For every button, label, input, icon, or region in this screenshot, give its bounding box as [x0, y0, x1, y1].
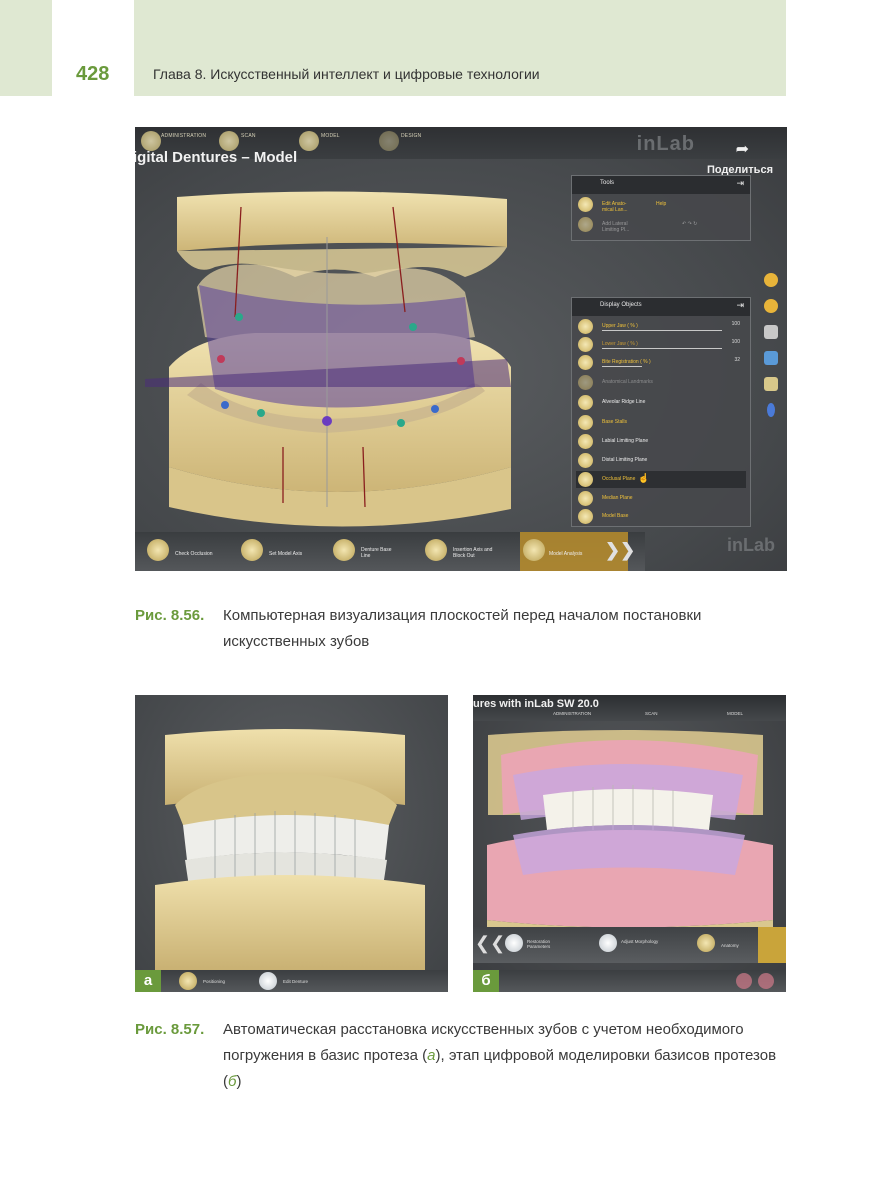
active-step-highlight [758, 927, 786, 963]
undo-redo-icons[interactable]: ↶ ↷ ↻ [682, 221, 697, 227]
step-denture-base-line[interactable]: Denture Base Line [361, 547, 401, 559]
figure-8-57b-screenshot: ures with inLab SW 20.0 ADMINISTRATION S… [473, 695, 786, 992]
step-restoration-parameters[interactable]: Restoration Parameters [527, 939, 567, 949]
median-plane-icon [578, 491, 593, 506]
page-number: 428 [76, 63, 110, 85]
book-icon[interactable] [764, 325, 778, 339]
display-median-plane[interactable]: Median Plane [576, 490, 746, 507]
jaw-view-icon-2[interactable] [758, 973, 774, 989]
panel-label-b: б [473, 970, 499, 992]
help-label[interactable]: Help [656, 201, 666, 207]
display-bite-registration[interactable]: Bite Registration ( % ) 32 [576, 354, 746, 371]
occlusal-plane-icon [578, 472, 593, 487]
display-base-stalls[interactable]: Base Stalls [576, 414, 746, 431]
caption-text: Автоматическая расстановка искусственных… [223, 1021, 777, 1090]
display-objects-header: Display Objects ⇥ [572, 298, 750, 316]
tools-panel-title: Tools [600, 180, 615, 186]
pin-icon[interactable]: ⇥ [736, 300, 744, 311]
display-distal-plane[interactable]: Distal Limiting Plane [576, 452, 746, 469]
upper-jaw-icon [578, 319, 593, 334]
panel-b-statusbar [499, 970, 786, 992]
lower-jaw-icon [578, 337, 593, 352]
back-arrows-icon[interactable]: ❮❮ [475, 933, 505, 954]
base-stalls-icon [578, 415, 593, 430]
tool-edit-anatomical[interactable]: Edit Anato-mical Lan... Help [576, 196, 746, 213]
cursor-hand-icon: ☝ [638, 473, 650, 483]
landmarks-icon [578, 375, 593, 390]
tool-add-lateral[interactable]: Add Lateral Limiting Pl... ↶ ↷ ↻ [576, 216, 746, 233]
caption-8-56: Рис. 8.56. Компьютерная визуализация пло… [135, 603, 787, 659]
step-model-analysis[interactable]: Model Analysis [549, 551, 582, 557]
display-objects-panel: Display Objects ⇥ Upper Jaw ( % ) 100 Lo… [571, 297, 751, 527]
caption-label: Рис. 8.57. [135, 1021, 205, 1038]
bite-registration-icon [578, 355, 593, 370]
lower-jaw-slider[interactable] [602, 348, 722, 349]
inlab-logo-bottom: inLab [727, 535, 775, 555]
ridge-line-icon [578, 395, 593, 410]
labial-plane-icon [578, 434, 593, 449]
upper-jaw-slider[interactable] [602, 330, 722, 331]
step-insertion-axis[interactable]: Insertion Axis and Block Out [453, 547, 503, 559]
camera-icon[interactable] [764, 377, 778, 391]
display-upper-jaw[interactable]: Upper Jaw ( % ) 100 [576, 318, 746, 335]
tools-panel: Tools ⇥ Edit Anato-mical Lan... Help Add… [571, 175, 751, 241]
step-adjust-morphology[interactable]: Adjust Morphology [621, 939, 661, 944]
step-anatomy[interactable]: Anatomy [721, 943, 739, 948]
display-occlusal-plane[interactable]: Occlusal Plane ☝ [576, 471, 746, 488]
step-edit-denture[interactable]: Edit Denture [283, 979, 308, 984]
denture-base-icon [333, 539, 355, 561]
figure-8-57a-screenshot: а Positioning Edit Denture [135, 695, 448, 992]
panel-label-a: а [135, 970, 161, 992]
display-objects-title: Display Objects [600, 302, 642, 308]
step-set-model-axis[interactable]: Set Model Axis [269, 551, 302, 557]
display-model-base[interactable]: Model Base [576, 508, 746, 525]
anatomical-landmarks-icon [578, 197, 593, 212]
check-occlusion-icon [147, 539, 169, 561]
model-base-icon [578, 509, 593, 524]
step-check-occlusion[interactable]: Check Occlusion [175, 551, 213, 557]
bite-registration-slider[interactable] [602, 366, 642, 367]
tools-panel-header: Tools ⇥ [572, 176, 750, 194]
model-axis-icon [241, 539, 263, 561]
dot-icon[interactable] [767, 403, 775, 417]
restoration-parameters-icon [505, 934, 523, 952]
caption-8-57: Рис. 8.57. Автоматическая расстановка ис… [135, 1017, 787, 1101]
caption-text: Компьютерная визуализация плоскостей пер… [223, 607, 702, 650]
next-arrows-icon[interactable]: ❯❯ [605, 540, 635, 561]
distal-plane-icon [578, 453, 593, 468]
caption-label: Рис. 8.56. [135, 607, 205, 624]
adjust-morphology-icon [599, 934, 617, 952]
panel-ref-a: а [427, 1047, 436, 1064]
step-positioning[interactable]: Positioning [203, 979, 225, 984]
anatomy-icon [697, 934, 715, 952]
display-labial-plane[interactable]: Labial Limiting Plane [576, 433, 746, 450]
edit-denture-icon [259, 972, 277, 990]
settings-sun-icon[interactable] [764, 273, 778, 287]
positioning-icon [179, 972, 197, 990]
figure-8-56-screenshot: ADMINISTRATION SCAN MODEL DESIGN inLab ➦… [135, 127, 787, 571]
teeth-setup-render [155, 729, 425, 970]
panel-a-toolbar: Positioning Edit Denture [161, 970, 448, 992]
display-lower-jaw[interactable]: Lower Jaw ( % ) 100 [576, 336, 746, 353]
lateral-plane-icon [578, 217, 593, 232]
header-left-band [0, 0, 52, 96]
image-icon[interactable] [764, 351, 778, 365]
model-analysis-icon [523, 539, 545, 561]
scene-icon[interactable] [764, 299, 778, 313]
pin-icon[interactable]: ⇥ [736, 178, 744, 189]
display-alveolar-ridge[interactable]: Alveolar Ridge Line [576, 394, 746, 411]
jaw-view-icon[interactable] [736, 973, 752, 989]
display-anatomical-landmarks[interactable]: Anatomical Landmarks [576, 374, 746, 391]
insertion-axis-icon [425, 539, 447, 561]
chapter-title: Глава 8. Искусственный интеллект и цифро… [153, 66, 540, 82]
